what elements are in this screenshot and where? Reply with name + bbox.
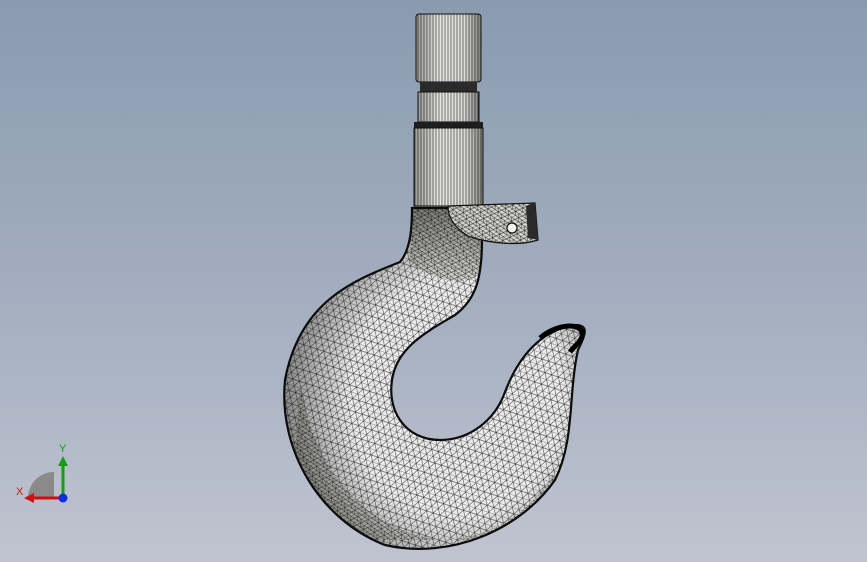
orientation-triad: X Y: [12, 440, 76, 510]
shank-main[interactable]: [413, 127, 484, 207]
z-axis-dot: [58, 493, 68, 503]
hook-model[interactable]: [0, 0, 867, 562]
y-axis-label: Y: [59, 443, 67, 455]
3d-viewport[interactable]: X Y: [0, 0, 867, 562]
latch-pin-hole: [506, 222, 518, 234]
shank-neck[interactable]: [414, 82, 483, 128]
hook-body[interactable]: [280, 200, 600, 560]
shank-top[interactable]: [415, 13, 482, 83]
x-axis-label: X: [16, 486, 24, 498]
y-axis-arrowhead: [58, 456, 68, 466]
